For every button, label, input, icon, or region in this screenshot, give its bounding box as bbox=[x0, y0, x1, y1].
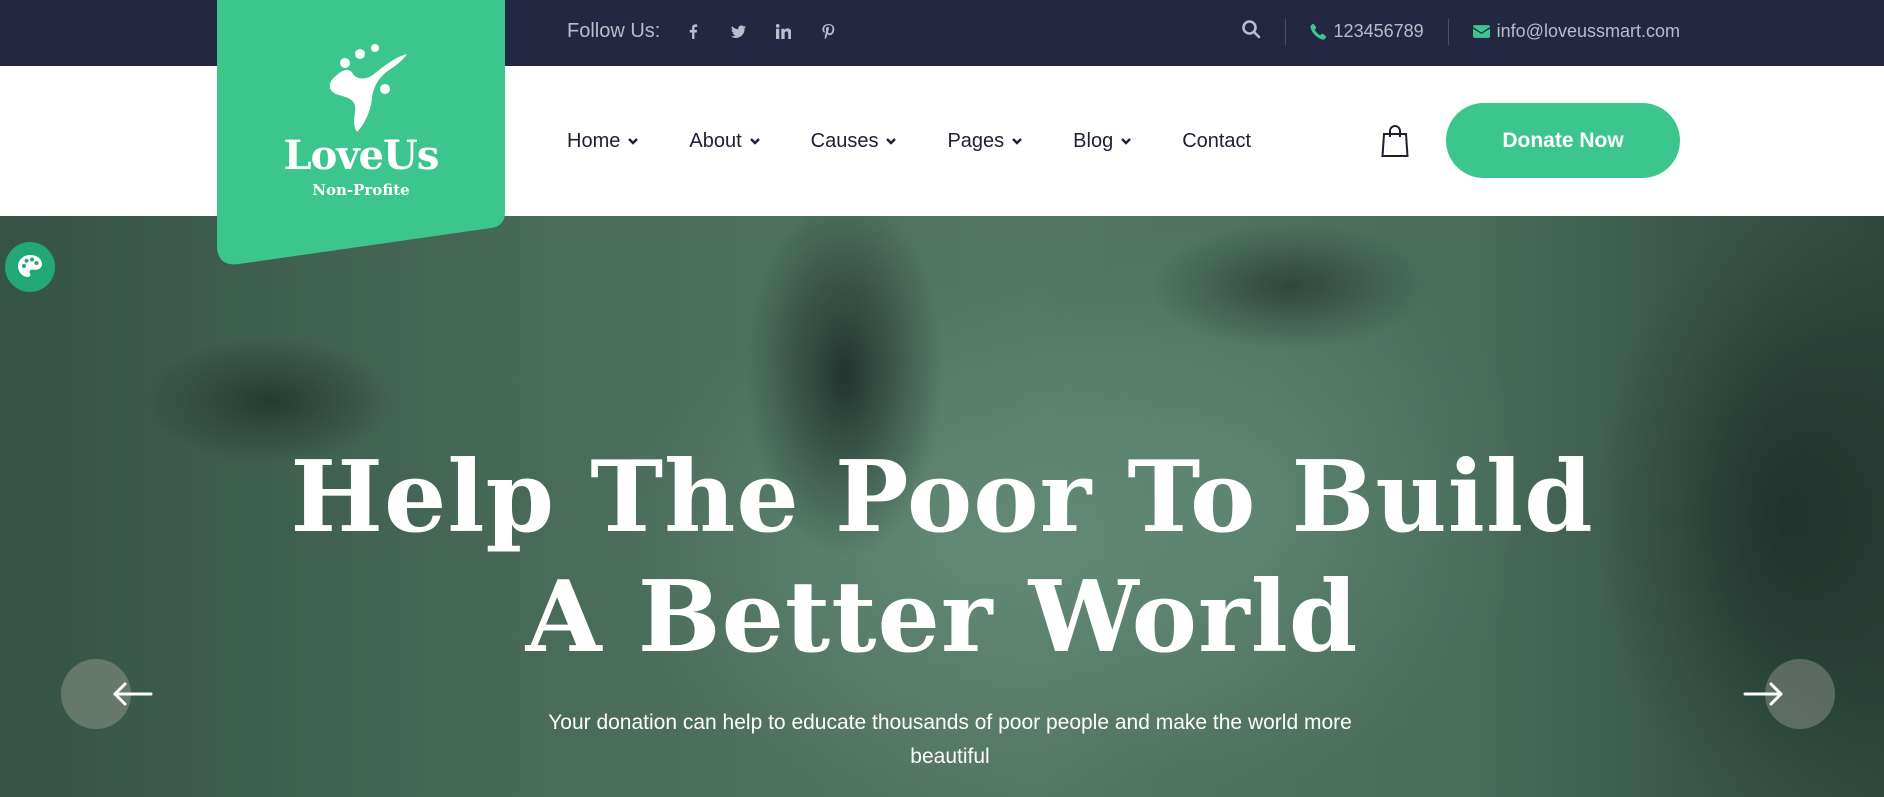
nav-item-about[interactable]: About bbox=[689, 130, 760, 153]
social-links: Follow Us: bbox=[567, 0, 862, 63]
hero-subtitle: Your donation can help to educate thousa… bbox=[548, 711, 1352, 768]
nav-item-contact[interactable]: Contact bbox=[1182, 130, 1251, 153]
nav-item-label: About bbox=[689, 129, 742, 152]
nav-item-label: Contact bbox=[1182, 129, 1252, 152]
facebook-icon[interactable] bbox=[682, 24, 704, 39]
phone-icon bbox=[1309, 23, 1327, 40]
divider bbox=[1447, 18, 1449, 45]
hero-title: Help The Poor To Build A Better World bbox=[0, 438, 1884, 678]
logo-tagline: Non-Profite bbox=[312, 181, 410, 199]
phone-link[interactable]: 123456789 bbox=[1334, 21, 1424, 42]
nav-item-label: Home bbox=[567, 129, 621, 152]
linkedin-icon[interactable] bbox=[772, 24, 794, 39]
hero-title-line: Help The Poor To Build bbox=[290, 440, 1594, 555]
chevron-down-icon bbox=[1120, 135, 1132, 147]
nav-item-blog[interactable]: Blog bbox=[1073, 130, 1132, 153]
slider-prev-button[interactable] bbox=[61, 659, 153, 729]
logo-name: LoveUs bbox=[283, 132, 440, 179]
donate-now-button[interactable]: Donate Now bbox=[1446, 103, 1680, 178]
shopping-bag-icon[interactable] bbox=[1380, 124, 1410, 158]
site-logo[interactable]: LoveUs Non-Profite bbox=[217, 0, 505, 266]
logo-figure-icon bbox=[329, 44, 407, 132]
email-link[interactable]: info@loveussmart.com bbox=[1497, 21, 1680, 42]
contact-info: 123456789 info@loveussmart.com bbox=[1241, 0, 1680, 63]
pinterest-icon[interactable] bbox=[817, 24, 839, 39]
follow-label: Follow Us: bbox=[567, 20, 661, 42]
arrow-right-icon bbox=[1743, 682, 1783, 706]
nav-item-label: Pages bbox=[947, 129, 1005, 152]
envelope-icon bbox=[1472, 23, 1490, 40]
twitter-icon[interactable] bbox=[727, 24, 749, 39]
chevron-down-icon bbox=[749, 135, 761, 147]
chevron-down-icon bbox=[885, 135, 897, 147]
search-icon[interactable] bbox=[1241, 19, 1261, 44]
nav-item-home[interactable]: Home bbox=[567, 130, 639, 153]
divider bbox=[1284, 18, 1286, 45]
hero-slider: Help The Poor To Build A Better World Yo… bbox=[0, 216, 1884, 797]
nav-item-label: Causes bbox=[810, 129, 879, 152]
palette-icon[interactable] bbox=[5, 242, 55, 292]
nav-item-pages[interactable]: Pages bbox=[947, 130, 1023, 153]
arrow-left-icon bbox=[113, 682, 153, 706]
nav-item-label: Blog bbox=[1073, 129, 1114, 152]
chevron-down-icon bbox=[1011, 135, 1023, 147]
slider-next-button[interactable] bbox=[1743, 659, 1835, 729]
nav-item-causes[interactable]: Causes bbox=[811, 130, 898, 153]
hero-title-line: A Better World bbox=[525, 560, 1359, 675]
main-nav: Home About Causes Pages Blog Contact bbox=[567, 66, 1301, 216]
chevron-down-icon bbox=[627, 135, 639, 147]
